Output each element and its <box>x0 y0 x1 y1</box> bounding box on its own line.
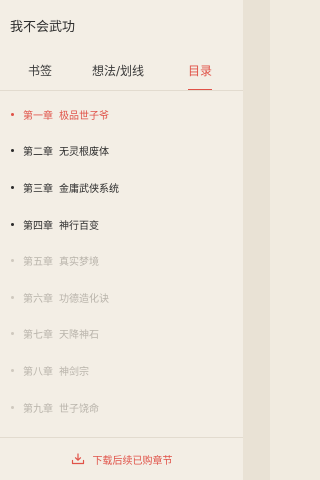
chapter-item[interactable]: 第三章 金庸武侠系统 <box>0 169 243 206</box>
chapter-item[interactable]: 第五章 真实梦境 <box>0 242 243 279</box>
chapter-number: 第八章 <box>23 366 53 378</box>
chapter-title: 无灵根废体 <box>59 147 109 159</box>
chapter-title: 世子饶命 <box>59 403 99 415</box>
chapter-item[interactable]: 第四章 神行百变 <box>0 206 243 243</box>
chapter-number: 第三章 <box>23 183 53 195</box>
bullet-icon <box>11 259 14 263</box>
tab-bar: 书签 想法/划线 目录 <box>0 62 243 91</box>
tab-notes[interactable]: 想法/划线 <box>92 62 144 79</box>
chapter-number: 第四章 <box>23 220 53 232</box>
chapter-title: 神行百变 <box>59 220 99 232</box>
chapter-title: 功德造化诀 <box>59 293 109 305</box>
tab-catalog[interactable]: 目录 <box>188 62 212 79</box>
chapter-title: 极品世子爷 <box>59 110 109 122</box>
chapter-number: 第一章 <box>23 110 53 122</box>
toc-panel: 我不会武功 书签 想法/划线 目录 第一章 极品世子爷 第二章 无灵根废体 第三… <box>0 0 243 480</box>
chapter-item[interactable]: 第二章 无灵根废体 <box>0 133 243 170</box>
chapter-item[interactable]: 第一章 极品世子爷 <box>0 96 243 133</box>
divider <box>0 90 243 91</box>
bullet-icon <box>11 405 14 409</box>
chapter-title: 天降神石 <box>59 330 99 342</box>
bullet-icon <box>11 222 14 226</box>
download-icon <box>71 453 84 465</box>
bullet-icon <box>11 368 14 372</box>
chapter-item[interactable]: 第九章 世子饶命 <box>0 389 243 426</box>
page-edge <box>243 0 270 480</box>
chapter-number: 第五章 <box>23 257 53 269</box>
bullet-icon <box>11 112 14 116</box>
bullet-icon <box>11 149 14 153</box>
chapter-number: 第九章 <box>23 403 53 415</box>
chapter-item[interactable]: 第七章 天降神石 <box>0 316 243 353</box>
bullet-icon <box>11 295 14 299</box>
download-label: 下载后续已购章节 <box>92 455 173 467</box>
download-bar[interactable]: 下载后续已购章节 <box>0 437 243 480</box>
bullet-icon <box>11 332 14 336</box>
chapter-title: 金庸武侠系统 <box>59 183 119 195</box>
chapter-item[interactable]: 第六章 功德造化诀 <box>0 279 243 316</box>
chapter-number: 第六章 <box>23 293 53 305</box>
chapter-list: 第一章 极品世子爷 第二章 无灵根废体 第三章 金庸武侠系统 第四章 神行百变 … <box>0 96 243 440</box>
tab-bookmarks[interactable]: 书签 <box>28 62 52 79</box>
chapter-title: 神剑宗 <box>59 366 89 378</box>
bullet-icon <box>11 185 14 189</box>
chapter-number: 第七章 <box>23 330 53 342</box>
chapter-number: 第二章 <box>23 147 53 159</box>
book-title: 我不会武功 <box>10 20 76 35</box>
chapter-title: 真实梦境 <box>59 257 99 269</box>
chapter-item[interactable]: 第八章 神剑宗 <box>0 352 243 389</box>
